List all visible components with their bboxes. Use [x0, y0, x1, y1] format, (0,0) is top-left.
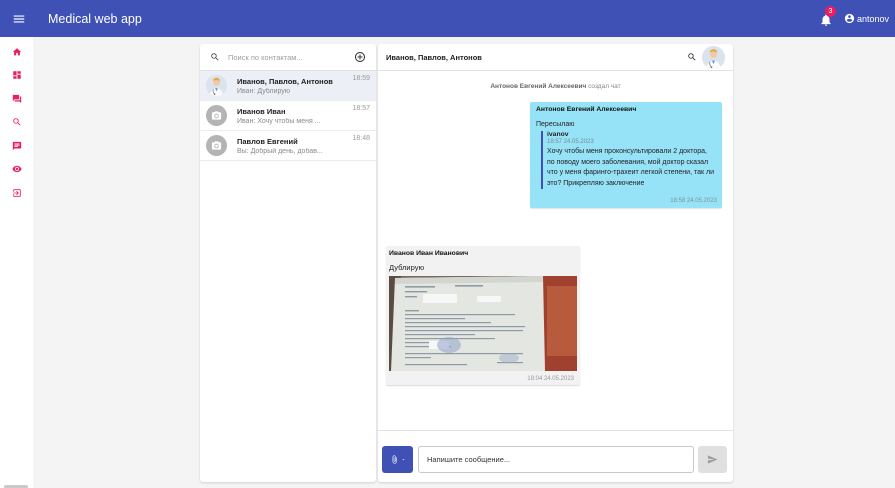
contacts-search-input[interactable] [228, 52, 354, 62]
dashboard-icon [12, 71, 21, 79]
message-sender: Иванов Иван Иванович [389, 250, 469, 257]
account-circle-icon [844, 13, 855, 24]
forward-label: Пересылаю [536, 121, 575, 128]
chat-icon [12, 141, 21, 150]
contact-last-message: Иван: Дублирую [237, 87, 291, 95]
contact-name: Иванов Иван [237, 106, 286, 116]
outgoing-message[interactable]: Антонов Евгений Алексеевич Пересылаю iva… [530, 102, 722, 208]
message-input[interactable] [418, 446, 694, 473]
chat-panel: Иванов, Павлов, Антонов Антонов Евгений … [378, 44, 733, 482]
forum-icon [12, 94, 21, 103]
system-message-action: создал чат [588, 83, 621, 90]
camera-icon [211, 111, 222, 120]
system-message-actor: Антонов Евгений Алексеевич [490, 83, 587, 90]
message-text: Дублирую [389, 263, 425, 272]
app-title: Medical web app [48, 11, 142, 26]
camera-icon [211, 141, 222, 150]
chat-title: Иванов, Павлов, Антонов [386, 52, 482, 62]
avatar [206, 105, 227, 126]
contact-time: 18:48 [352, 135, 370, 142]
message-sender: Антонов Евгений Алексеевич [536, 106, 637, 113]
contact-time: 18:57 [352, 105, 370, 112]
attach-button[interactable] [382, 446, 413, 473]
search-icon [211, 53, 219, 61]
send-icon [707, 455, 718, 464]
paperclip-icon [392, 455, 397, 464]
nav-chat[interactable] [0, 134, 33, 158]
message-time: 18:58 24.05.2023 [670, 198, 717, 204]
search-icon [12, 118, 21, 126]
menu-icon [13, 15, 24, 22]
contacts-search-bar [200, 44, 376, 71]
incoming-message[interactable]: Иванов Иван Иванович Дублирую 18:04 24.0… [386, 246, 580, 385]
contacts-panel: Иванов, Павлов, Антонов Иван: Дублирую 1… [200, 44, 376, 482]
contact-name: Иванов, Павлов, Антонов [237, 76, 333, 86]
contact-item[interactable]: Павлов Евгений Вы: Добрый день, добав...… [200, 131, 376, 161]
chat-avatar[interactable] [702, 46, 725, 69]
avatar [206, 135, 227, 156]
attached-photo[interactable] [389, 276, 577, 371]
contact-last-message: Иван: Хочу чтобы меня ... [237, 117, 321, 125]
contact-item[interactable]: Иванов, Павлов, Антонов Иван: Дублирую 1… [200, 71, 376, 101]
avatar [206, 75, 227, 96]
forwarded-quote: ivanov 18:57 24.05.2023 Хочу чтобы меня … [541, 131, 716, 189]
quote-author: ivanov [547, 131, 569, 138]
nav-visibility[interactable] [0, 158, 33, 182]
quote-text: Хочу чтобы меня проконсультировали 2 док… [547, 148, 714, 187]
contact-last-message: Вы: Добрый день, добав... [237, 147, 323, 155]
nav-home[interactable] [0, 40, 33, 64]
logout-icon [12, 189, 21, 197]
menu-button[interactable] [0, 0, 37, 37]
nav-forum[interactable] [0, 87, 33, 111]
message-composer [378, 430, 733, 482]
app-bar: Medical web app 3 antonov [0, 0, 895, 37]
contact-name: Павлов Евгений [237, 136, 298, 146]
doctor-avatar-icon [206, 75, 227, 96]
nav-dashboard[interactable] [0, 64, 33, 88]
side-nav [0, 37, 33, 488]
contact-item[interactable]: Иванов Иван Иван: Хочу чтобы меня ... 18… [200, 101, 376, 131]
message-list[interactable]: Антонов Евгений Алексеевич создал чат Ан… [378, 71, 733, 429]
document-photo [389, 276, 577, 371]
quote-meta: 18:57 24.05.2023 [547, 139, 594, 145]
chevron-down-icon [401, 459, 405, 461]
visibility-icon [11, 166, 22, 173]
system-message: Антонов Евгений Алексеевич создал чат [378, 83, 733, 90]
notification-badge: 3 [824, 5, 836, 17]
user-menu[interactable]: antonov [844, 13, 889, 24]
add-chat-button[interactable] [354, 51, 366, 63]
send-button[interactable] [698, 446, 727, 473]
username: antonov [856, 13, 889, 24]
notifications-button[interactable]: 3 [818, 5, 836, 27]
chat-search-button[interactable] [687, 52, 697, 62]
nav-search[interactable] [0, 111, 33, 135]
contact-time: 18:59 [352, 75, 370, 82]
nav-logout[interactable] [0, 181, 33, 205]
home-icon [12, 48, 21, 56]
doctor-avatar-icon [702, 46, 725, 69]
message-time: 18:04 24.05.2023 [527, 376, 574, 382]
chat-header: Иванов, Павлов, Антонов [378, 44, 733, 71]
